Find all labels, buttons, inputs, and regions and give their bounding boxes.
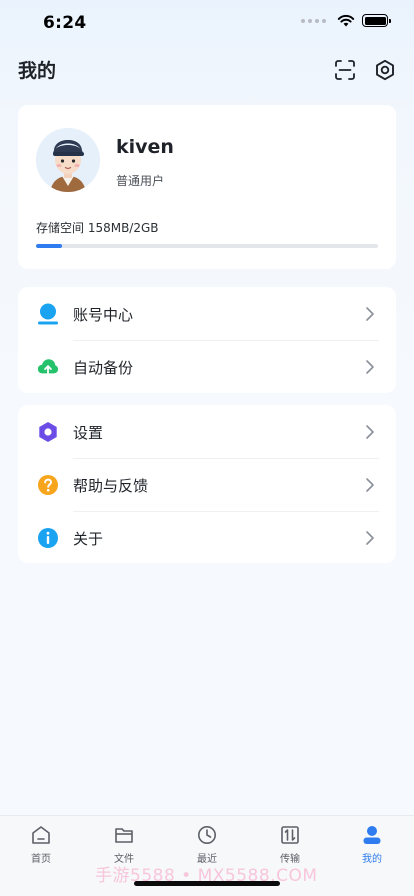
status-time: 6:24 bbox=[43, 13, 87, 33]
tab-label: 首页 bbox=[31, 854, 51, 865]
folder-icon bbox=[113, 824, 135, 846]
menu-item-account-center[interactable]: 账号中心 bbox=[18, 287, 396, 340]
menu-group-general: 设置 帮助与反馈 关于 bbox=[18, 405, 396, 563]
page-title: 我的 bbox=[18, 60, 57, 82]
storage-progress-fill bbox=[36, 244, 63, 248]
menu-item-settings[interactable]: 设置 bbox=[18, 405, 396, 458]
wifi-icon bbox=[337, 14, 355, 27]
chevron-right-icon bbox=[366, 478, 374, 492]
home-icon bbox=[30, 824, 52, 846]
menu-group-account: 账号中心 自动备份 bbox=[18, 287, 396, 393]
storage-label: 存储空间 158MB/2GB bbox=[36, 221, 159, 235]
profile-card[interactable]: kiven 普通用户 存储空间 158MB/2GB bbox=[18, 105, 396, 269]
user-role: 普通用户 bbox=[116, 174, 165, 188]
home-indicator bbox=[134, 881, 280, 886]
status-bar: 6:24 bbox=[0, 0, 414, 46]
tab-home[interactable]: 首页 bbox=[11, 824, 71, 870]
user-icon bbox=[37, 303, 59, 325]
person-icon bbox=[361, 824, 383, 846]
help-icon bbox=[37, 474, 59, 496]
signal-dots-icon bbox=[301, 18, 326, 23]
tab-label: 我的 bbox=[362, 854, 382, 865]
info-icon bbox=[37, 527, 59, 549]
scan-button[interactable] bbox=[333, 58, 357, 82]
menu-label: 自动备份 bbox=[73, 359, 134, 377]
avatar[interactable] bbox=[36, 128, 100, 192]
transfer-icon bbox=[279, 824, 301, 846]
chevron-right-icon bbox=[366, 425, 374, 439]
menu-label: 帮助与反馈 bbox=[73, 477, 149, 495]
tab-mine[interactable]: 我的 bbox=[342, 824, 402, 870]
page-header: 我的 bbox=[0, 56, 414, 86]
settings-icon bbox=[37, 421, 59, 443]
menu-item-auto-backup[interactable]: 自动备份 bbox=[18, 340, 396, 393]
menu-item-about[interactable]: 关于 bbox=[18, 511, 396, 564]
menu-label: 账号中心 bbox=[73, 306, 134, 324]
cloud-upload-icon bbox=[37, 356, 59, 378]
chevron-right-icon bbox=[366, 531, 374, 545]
hexagon-settings-icon bbox=[376, 59, 394, 81]
scan-icon bbox=[335, 60, 355, 80]
storage-progress-bar bbox=[36, 244, 378, 248]
header-settings-button[interactable] bbox=[373, 58, 397, 82]
chevron-right-icon bbox=[366, 360, 374, 374]
clock-icon bbox=[196, 824, 218, 846]
menu-label: 设置 bbox=[73, 424, 104, 442]
avatar-illustration bbox=[36, 128, 100, 192]
battery-icon bbox=[362, 14, 391, 27]
chevron-right-icon bbox=[366, 307, 374, 321]
status-icons bbox=[301, 14, 391, 27]
username: kiven bbox=[116, 136, 174, 158]
menu-label: 关于 bbox=[73, 530, 104, 548]
menu-item-help-feedback[interactable]: 帮助与反馈 bbox=[18, 458, 396, 511]
